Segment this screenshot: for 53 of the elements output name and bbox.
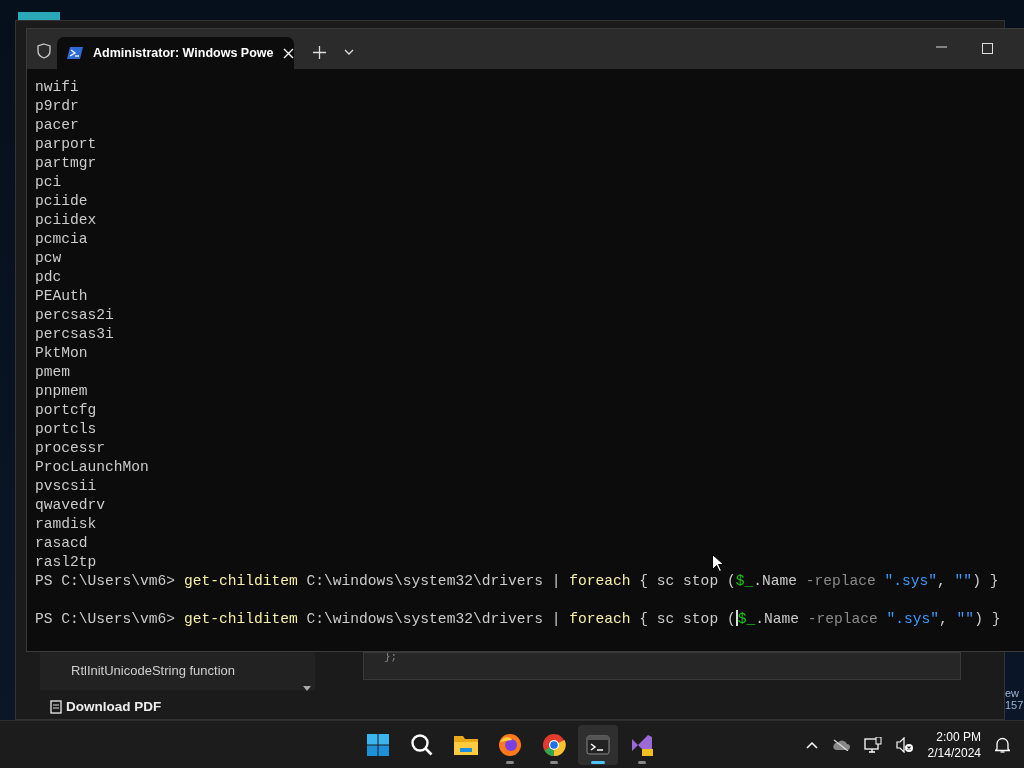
output-line: pmem	[35, 363, 71, 382]
output-line: rasl2tp	[35, 553, 97, 572]
dropdown-button[interactable]	[343, 47, 355, 57]
output-line: pcmcia	[35, 230, 88, 249]
search-icon	[410, 733, 434, 757]
maximize-button[interactable]	[981, 42, 993, 54]
output-line: pci	[35, 173, 62, 192]
close-tab-button[interactable]	[283, 47, 295, 59]
output-line: percsas2i	[35, 306, 114, 325]
mouse-pointer-icon	[712, 554, 723, 572]
command-line: PS C:\Users\vm6> get-childitem C:\windows\system32\drivers | foreach { sc stop ($_.Name -replace ".sys", "") }	[35, 610, 1001, 629]
output-line: PktMon	[35, 344, 88, 363]
output-line: pciidex	[35, 211, 97, 230]
output-line: partmgr	[35, 154, 97, 173]
toc-link[interactable]: RtlInitUnicodeString function	[71, 661, 236, 681]
clock[interactable]: 2:00 PM 2/14/2024	[927, 729, 981, 761]
terminal-icon[interactable]	[578, 725, 618, 765]
chevron-up-icon[interactable]	[805, 741, 818, 749]
edge-text: ew	[1005, 687, 1020, 699]
output-line: nwifi	[35, 78, 79, 97]
network-icon[interactable]	[863, 737, 882, 753]
output-line: parport	[35, 135, 97, 154]
command-line: PS C:\Users\vm6> get-childitem C:\windows\system32\drivers | foreach { sc stop ($_.Name -replace ".sys", "") }	[35, 572, 999, 591]
new-tab-button[interactable]	[312, 45, 326, 59]
download-pdf-link[interactable]: Download PDF	[50, 697, 162, 718]
output-line: pnpmem	[35, 382, 88, 401]
output-line: pacer	[35, 116, 79, 135]
output-line: portcls	[35, 420, 97, 439]
output-line: ramdisk	[35, 515, 97, 534]
muted-volume-icon[interactable]	[895, 737, 914, 753]
output-line: pcw	[35, 249, 62, 268]
notification-bell-icon[interactable]	[995, 737, 1010, 753]
output-line: percsas3i	[35, 325, 114, 344]
edge-text: 157	[1005, 699, 1024, 711]
output-line: qwavedrv	[35, 496, 106, 515]
output-line: PEAuth	[35, 287, 88, 306]
terminal-tab[interactable]: Administrator: Windows Powe	[57, 37, 294, 69]
output-line: p9rdr	[35, 97, 79, 116]
text-cursor	[735, 610, 738, 626]
output-line: rasacd	[35, 534, 88, 553]
cloud-icon[interactable]	[831, 739, 850, 751]
tab-title: Administrator: Windows Powe	[93, 44, 274, 62]
output-line: pciide	[35, 192, 88, 211]
output-line: portcfg	[35, 401, 97, 420]
code-text: };	[384, 653, 398, 663]
output-line: processr	[35, 439, 106, 458]
output-line: pvscsii	[35, 477, 97, 496]
powershell-icon	[67, 47, 83, 59]
minimize-button[interactable]	[935, 45, 947, 49]
shield-icon	[37, 43, 51, 59]
output-line: ProcLaunchMon	[35, 458, 149, 477]
windows-logo-icon	[366, 733, 390, 757]
output-line: pdc	[35, 268, 62, 287]
